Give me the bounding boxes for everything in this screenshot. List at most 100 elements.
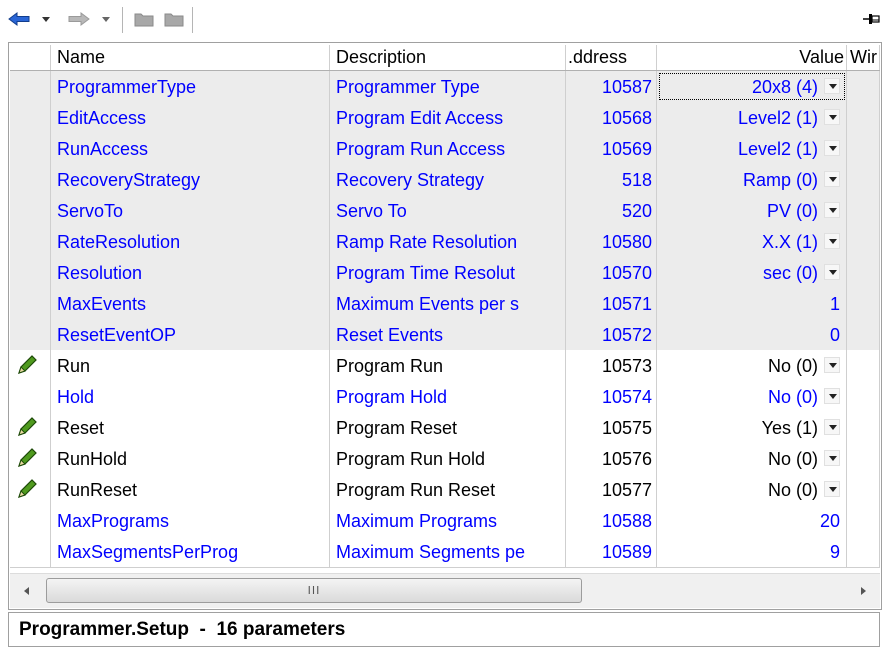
parameter-description[interactable]: Program Run Hold	[330, 443, 566, 474]
parameter-value[interactable]: Yes (1)	[657, 412, 847, 443]
parameter-address[interactable]: 10589	[566, 536, 657, 567]
dropdown-arrow-icon[interactable]	[824, 109, 840, 126]
parameter-address[interactable]: 10580	[566, 226, 657, 257]
parameter-value[interactable]: X.X (1)	[657, 226, 847, 257]
table-row[interactable]: RateResolution Ramp Rate Resolution 10580 X…	[10, 226, 880, 258]
dropdown-arrow-icon[interactable]	[824, 388, 840, 405]
dropdown-arrow-icon[interactable]	[824, 450, 840, 467]
parameter-address[interactable]: 10572	[566, 319, 657, 350]
parameter-name[interactable]: ServoTo	[51, 195, 330, 226]
parameter-wired-from[interactable]	[847, 257, 880, 288]
dropdown-arrow-icon[interactable]	[824, 357, 840, 374]
parameter-description[interactable]: Maximum Segments pe	[330, 536, 566, 567]
folder-up-button[interactable]	[162, 8, 186, 30]
table-row[interactable]: EditAccess Program Edit Access 10568 Level2…	[10, 102, 880, 134]
parameter-name[interactable]: EditAccess	[51, 102, 330, 133]
table-row[interactable]: ProgrammerType Programmer Type 10587 20x8 (…	[10, 71, 880, 103]
back-history-dropdown[interactable]	[36, 8, 56, 30]
parameter-name[interactable]: Reset	[51, 412, 330, 443]
parameter-name[interactable]: RateResolution	[51, 226, 330, 257]
parameter-wired-from[interactable]	[847, 319, 880, 350]
dropdown-arrow-icon[interactable]	[824, 202, 840, 219]
parameter-description[interactable]: Maximum Events per s	[330, 288, 566, 319]
parameter-description[interactable]: Ramp Rate Resolution	[330, 226, 566, 257]
parameter-description[interactable]: Program Edit Access	[330, 102, 566, 133]
parameter-value[interactable]: Level2 (1)	[657, 133, 847, 164]
parameter-description[interactable]: Reset Events	[330, 319, 566, 350]
dropdown-arrow-icon[interactable]	[824, 171, 840, 188]
parameter-name[interactable]: Run	[51, 350, 330, 381]
parameter-name[interactable]: RecoveryStrategy	[51, 164, 330, 195]
parameter-value[interactable]: No (0)	[657, 381, 847, 412]
parameter-wired-from[interactable]	[847, 226, 880, 257]
header-address[interactable]: .ddress	[566, 45, 657, 70]
table-row[interactable]: Hold Program Hold 10574 No (0)	[10, 381, 880, 413]
parameter-wired-from[interactable]	[847, 288, 880, 319]
parameter-name[interactable]: MaxSegmentsPerProg	[51, 536, 330, 567]
parameter-address[interactable]: 10568	[566, 102, 657, 133]
dropdown-arrow-icon[interactable]	[824, 78, 840, 95]
forward-button[interactable]	[66, 8, 92, 30]
dropdown-arrow-icon[interactable]	[824, 140, 840, 157]
parameter-description[interactable]: Program Run Reset	[330, 474, 566, 505]
parameter-address[interactable]: 10570	[566, 257, 657, 288]
parameter-value[interactable]: No (0)	[657, 443, 847, 474]
parameter-value[interactable]: PV (0)	[657, 195, 847, 226]
table-row[interactable]: RunAccess Program Run Access 10569 Level2 (…	[10, 133, 880, 165]
parameter-value[interactable]: 20	[657, 505, 847, 536]
table-row[interactable]: MaxPrograms Maximum Programs 10588 20	[10, 505, 880, 537]
parameter-description[interactable]: Program Hold	[330, 381, 566, 412]
parameter-address[interactable]: 10569	[566, 133, 657, 164]
parameter-address[interactable]: 520	[566, 195, 657, 226]
parameter-wired-from[interactable]	[847, 133, 880, 164]
parameter-description[interactable]: Programmer Type	[330, 71, 566, 102]
table-row[interactable]: RunReset Program Run Reset 10577 No (0)	[10, 474, 880, 506]
dropdown-arrow-icon[interactable]	[824, 481, 840, 498]
dropdown-arrow-icon[interactable]	[824, 419, 840, 436]
table-row[interactable]: Run Program Run 10573 No (0)	[10, 350, 880, 382]
parameter-address[interactable]: 10587	[566, 71, 657, 102]
header-value[interactable]: Value	[657, 45, 847, 70]
parameter-wired-from[interactable]	[847, 536, 880, 567]
horizontal-scrollbar[interactable]: III	[10, 573, 880, 608]
parameter-value[interactable]: Ramp (0)	[657, 164, 847, 195]
parameter-wired-from[interactable]	[847, 71, 880, 102]
parameter-name[interactable]: ProgrammerType	[51, 71, 330, 102]
parameter-address[interactable]: 10573	[566, 350, 657, 381]
table-row[interactable]: ResetEventOP Reset Events 10572 0	[10, 319, 880, 351]
parameter-address[interactable]: 10574	[566, 381, 657, 412]
parameter-name[interactable]: RunReset	[51, 474, 330, 505]
table-row[interactable]: Reset Program Reset 10575 Yes (1)	[10, 412, 880, 444]
scroll-left-button[interactable]	[10, 574, 44, 608]
back-button[interactable]	[6, 8, 32, 30]
parameter-wired-from[interactable]	[847, 164, 880, 195]
parameter-description[interactable]: Program Run	[330, 350, 566, 381]
folder-button[interactable]	[132, 8, 156, 30]
parameter-name[interactable]: ResetEventOP	[51, 319, 330, 350]
table-row[interactable]: Resolution Program Time Resolut 10570 sec (…	[10, 257, 880, 289]
scroll-right-button[interactable]	[846, 574, 880, 608]
header-icon-column[interactable]	[10, 45, 51, 70]
parameter-value[interactable]: No (0)	[657, 350, 847, 381]
parameter-description[interactable]: Recovery Strategy	[330, 164, 566, 195]
parameter-value[interactable]: Level2 (1)	[657, 102, 847, 133]
parameter-wired-from[interactable]	[847, 474, 880, 505]
parameter-name[interactable]: MaxPrograms	[51, 505, 330, 536]
dropdown-arrow-icon[interactable]	[824, 233, 840, 250]
parameter-wired-from[interactable]	[847, 381, 880, 412]
table-row[interactable]: RecoveryStrategy Recovery Strategy 518 Ramp…	[10, 164, 880, 196]
parameter-address[interactable]: 10576	[566, 443, 657, 474]
parameter-wired-from[interactable]	[847, 102, 880, 133]
parameter-address[interactable]: 10575	[566, 412, 657, 443]
parameter-wired-from[interactable]	[847, 505, 880, 536]
parameter-description[interactable]: Maximum Programs	[330, 505, 566, 536]
parameter-value[interactable]: 20x8 (4)	[657, 71, 847, 102]
pin-button[interactable]	[862, 10, 882, 28]
parameter-value[interactable]: No (0)	[657, 474, 847, 505]
parameter-address[interactable]: 518	[566, 164, 657, 195]
parameter-wired-from[interactable]	[847, 443, 880, 474]
parameter-value[interactable]: 9	[657, 536, 847, 567]
table-row[interactable]: ServoTo Servo To 520 PV (0)	[10, 195, 880, 227]
parameter-description[interactable]: Servo To	[330, 195, 566, 226]
parameter-name[interactable]: Resolution	[51, 257, 330, 288]
